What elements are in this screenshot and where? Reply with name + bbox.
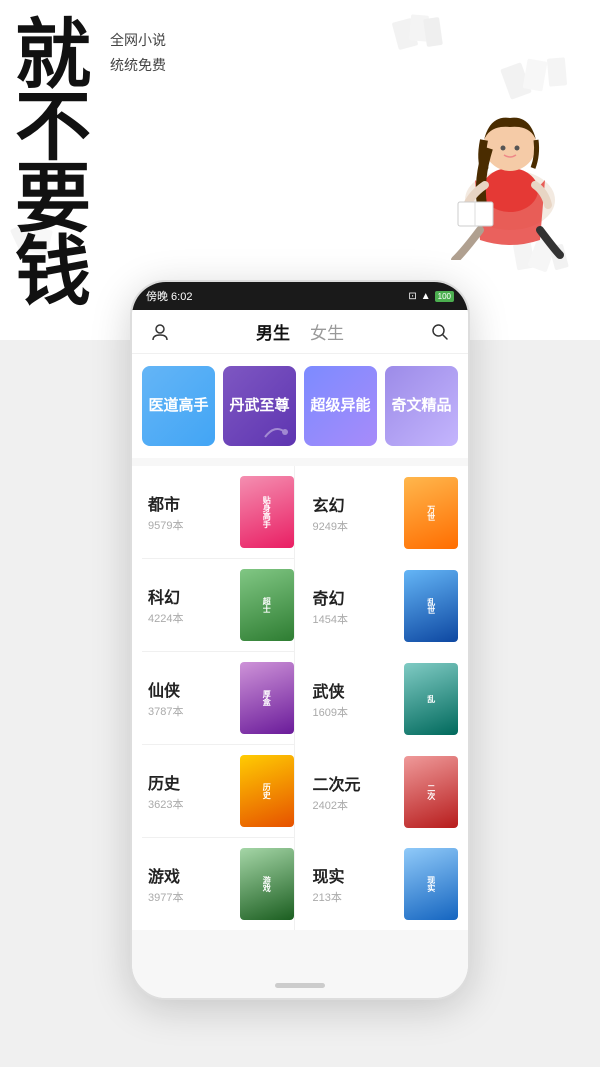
genre-xianshi[interactable]: 现实 213本 现实	[295, 838, 459, 930]
genre-qihuan[interactable]: 奇幻 1454本 乱世	[295, 559, 459, 652]
banner-yidao[interactable]: 医道高手	[142, 366, 215, 446]
book-cover-wuxia: 乱	[404, 663, 458, 735]
genre-row-2: 仙侠 3787本 厚盒 武侠 1609本 乱	[142, 652, 458, 745]
screenshot-icon: ⊡	[408, 291, 416, 302]
genre-row-3: 历史 3623本 历史 二次元 2402本 二次	[142, 745, 458, 838]
book-cover-lishi: 历史	[240, 755, 294, 827]
tab-female[interactable]: 女生	[310, 319, 344, 344]
genre-dushi[interactable]: 都市 9579本 贴身高手	[142, 466, 295, 559]
search-icon[interactable]	[428, 320, 452, 344]
book-cover-xianshi: 现实	[404, 848, 458, 920]
genre-youxi[interactable]: 游戏 3977本 游戏	[142, 838, 295, 930]
banner-danwu[interactable]: 丹武至尊	[223, 366, 296, 446]
status-time: 傍晚 6:02	[146, 288, 192, 304]
home-indicator	[275, 983, 325, 988]
hero-small-text: 全网小说 统统免费	[110, 28, 166, 78]
book-cover-qihuan: 乱世	[404, 570, 458, 642]
girl-illustration	[400, 40, 580, 260]
book-cover-erciyuan: 二次	[404, 756, 458, 828]
tab-male[interactable]: 男生	[256, 319, 290, 344]
genre-xuanhuan[interactable]: 玄幻 9249本 万世	[295, 466, 459, 559]
battery-indicator: 100	[435, 291, 454, 302]
phone-frame: 傍晚 6:02 ⊡ ▲ 100 男生 女生	[130, 280, 470, 1000]
hero-big-text: 就 不 要 钱	[15, 20, 91, 309]
book-cover-dushi: 贴身高手	[240, 476, 294, 548]
genre-row-1: 科幻 4224本 超士 奇幻 1454本 乱世	[142, 559, 458, 652]
genre-section: 都市 9579本 贴身高手 玄幻 9249本 万世	[132, 466, 468, 930]
genre-row-4: 游戏 3977本 游戏 现实 213本 现实	[142, 838, 458, 930]
user-icon[interactable]	[148, 320, 172, 344]
status-bar: 傍晚 6:02 ⊡ ▲ 100	[132, 282, 468, 310]
book-cover-youxi: 游戏	[240, 848, 294, 920]
nav-tabs: 男生 女生	[256, 319, 344, 344]
banner-section: 医道高手 丹武至尊 超级异能 奇文精品	[132, 354, 468, 458]
genre-wuxia[interactable]: 武侠 1609本 乱	[295, 652, 459, 745]
wifi-icon: ▲	[421, 291, 431, 302]
genre-erciyuan[interactable]: 二次元 2402本 二次	[295, 745, 459, 838]
nav-bar: 男生 女生	[132, 310, 468, 354]
genre-kehuan[interactable]: 科幻 4224本 超士	[142, 559, 295, 652]
book-cover-xianxia: 厚盒	[240, 662, 294, 734]
genre-lishi[interactable]: 历史 3623本 历史	[142, 745, 295, 838]
banner-qiwen[interactable]: 奇文精品	[385, 366, 458, 446]
book-cover-kehuan: 超士	[240, 569, 294, 641]
genre-row-0: 都市 9579本 贴身高手 玄幻 9249本 万世	[142, 466, 458, 559]
main-content: 医道高手 丹武至尊 超级异能 奇文精品	[132, 354, 468, 998]
book-cover-xuanhuan: 万世	[404, 477, 458, 549]
genre-xianxia[interactable]: 仙侠 3787本 厚盒	[142, 652, 295, 745]
status-icons: ⊡ ▲ 100	[408, 291, 454, 302]
banner-chaoji[interactable]: 超级异能	[304, 366, 377, 446]
